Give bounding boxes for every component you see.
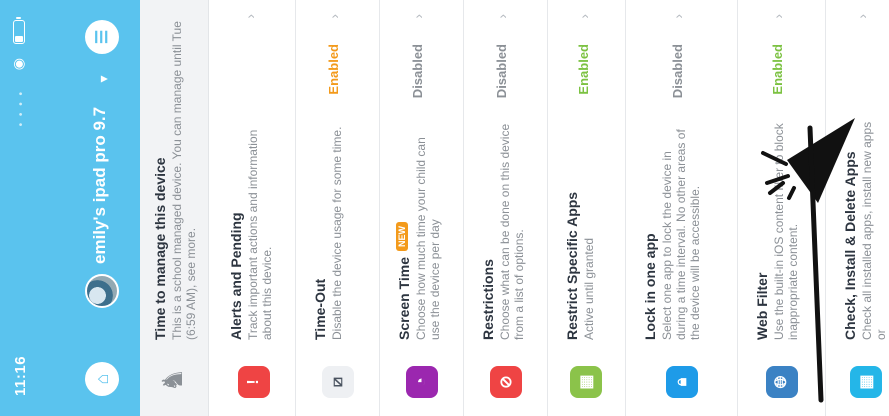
header: 11:16 • • • • ◉ ⌂ emily's ipad pro 9.7 ▾… xyxy=(0,0,140,416)
home-icon: ⌂ xyxy=(91,373,112,385)
menu-button[interactable]: ☰ xyxy=(85,20,119,54)
chevron-right-icon: › xyxy=(326,14,342,19)
list-item-web-filter[interactable]: 🌐︎ Web Filter Use the built-in iOS conte… xyxy=(738,0,826,416)
row-description: Use the built-in iOS content filter to b… xyxy=(772,123,800,340)
device-dropdown-icon[interactable]: ▾ xyxy=(88,64,118,94)
row-description: Check all installed apps, install new ap… xyxy=(860,121,888,340)
lock-app-icon: 🔒︎ xyxy=(666,366,698,398)
chevron-right-icon: › xyxy=(242,14,258,19)
status-time: 11:16 xyxy=(12,355,29,396)
device-name[interactable]: emily's ipad pro 9.7 xyxy=(90,107,110,264)
row-title: Web Filter xyxy=(754,272,770,340)
status-dots: • • • • xyxy=(16,90,27,127)
row-title: Restrictions xyxy=(480,259,496,340)
alert-icon: ! xyxy=(238,366,270,398)
list-item-restrict-apps[interactable]: ▦ Restrict Specific Apps Active until gr… xyxy=(548,0,626,416)
status-enabled: Enabled xyxy=(326,44,341,95)
row-title-text: Screen Time xyxy=(396,256,412,340)
list-item-alerts[interactable]: ! Alerts and Pending Track important act… xyxy=(212,0,296,416)
battery-icon xyxy=(12,20,25,44)
chevron-right-icon: › xyxy=(494,14,510,19)
wifi-icon: ◉ xyxy=(10,58,26,71)
web-filter-icon: 🌐︎ xyxy=(766,366,798,398)
status-enabled: Enabled xyxy=(770,44,785,95)
list-item-restrictions[interactable]: ⊘ Restrictions Choose what can be done o… xyxy=(464,0,548,416)
row-title: Check, Install & Delete Apps xyxy=(842,151,858,340)
home-button[interactable]: ⌂ xyxy=(85,362,119,396)
list-item-install-apps[interactable]: ▦ Check, Install & Delete Apps Check all… xyxy=(826,0,889,416)
family-icon: ♞ xyxy=(156,367,188,393)
row-description: Disable the device usage for some time. xyxy=(330,126,344,340)
row-title: Screen Time NEW xyxy=(396,221,412,340)
chevron-right-icon: › xyxy=(670,14,686,19)
banner-text: This is a school managed device. You can… xyxy=(170,21,198,340)
info-banner[interactable]: ♞ Time to manage this device This is a s… xyxy=(140,0,209,416)
chevron-right-icon: › xyxy=(410,14,426,19)
status-enabled: Enabled xyxy=(576,44,591,95)
apps-grid-icon: ▦ xyxy=(570,366,602,398)
row-title: Time-Out xyxy=(312,278,328,340)
banner-title: Time to manage this device xyxy=(152,157,168,340)
chevron-right-icon: › xyxy=(576,14,592,19)
restrictions-icon: ⊘ xyxy=(490,366,522,398)
row-title: Restrict Specific Apps xyxy=(564,191,580,340)
chevron-right-icon: › xyxy=(854,14,870,19)
row-description: Choose how much time your child can use … xyxy=(414,137,442,340)
timeout-icon: ⧄ xyxy=(322,366,354,398)
status-disabled: Disabled xyxy=(410,44,425,99)
app-portrait-view: 11:16 • • • • ◉ ⌂ emily's ipad pro 9.7 ▾… xyxy=(0,0,889,416)
row-description: Choose what can be done on this device f… xyxy=(498,123,526,340)
status-icons: ◉ xyxy=(10,20,27,70)
chevron-right-icon: › xyxy=(770,14,786,19)
list-item-time-out[interactable]: ⧄ Time-Out Disable the device usage for … xyxy=(296,0,380,416)
row-description: Track important actions and information … xyxy=(246,129,274,340)
row-description: Active until granted xyxy=(582,237,596,340)
install-apps-icon: ▦ xyxy=(850,366,882,398)
list-item-screen-time[interactable]: ◔ Screen Time NEW Choose how much time yo… xyxy=(380,0,464,416)
row-title: Alerts and Pending xyxy=(228,212,244,340)
screen: 11:16 • • • • ◉ ⌂ emily's ipad pro 9.7 ▾… xyxy=(0,0,889,416)
avatar[interactable] xyxy=(85,274,119,308)
status-disabled: Disabled xyxy=(670,44,685,99)
list-item-lock-app[interactable]: 🔒︎ Lock in one app Select one app to loc… xyxy=(626,0,738,416)
list-icon: ☰ xyxy=(94,29,111,45)
row-title: Lock in one app xyxy=(642,233,658,340)
row-description: Select one app to lock the device in dur… xyxy=(660,129,702,340)
screen-time-icon: ◔ xyxy=(406,366,438,398)
status-disabled: Disabled xyxy=(494,44,509,99)
new-badge: NEW xyxy=(396,221,408,251)
